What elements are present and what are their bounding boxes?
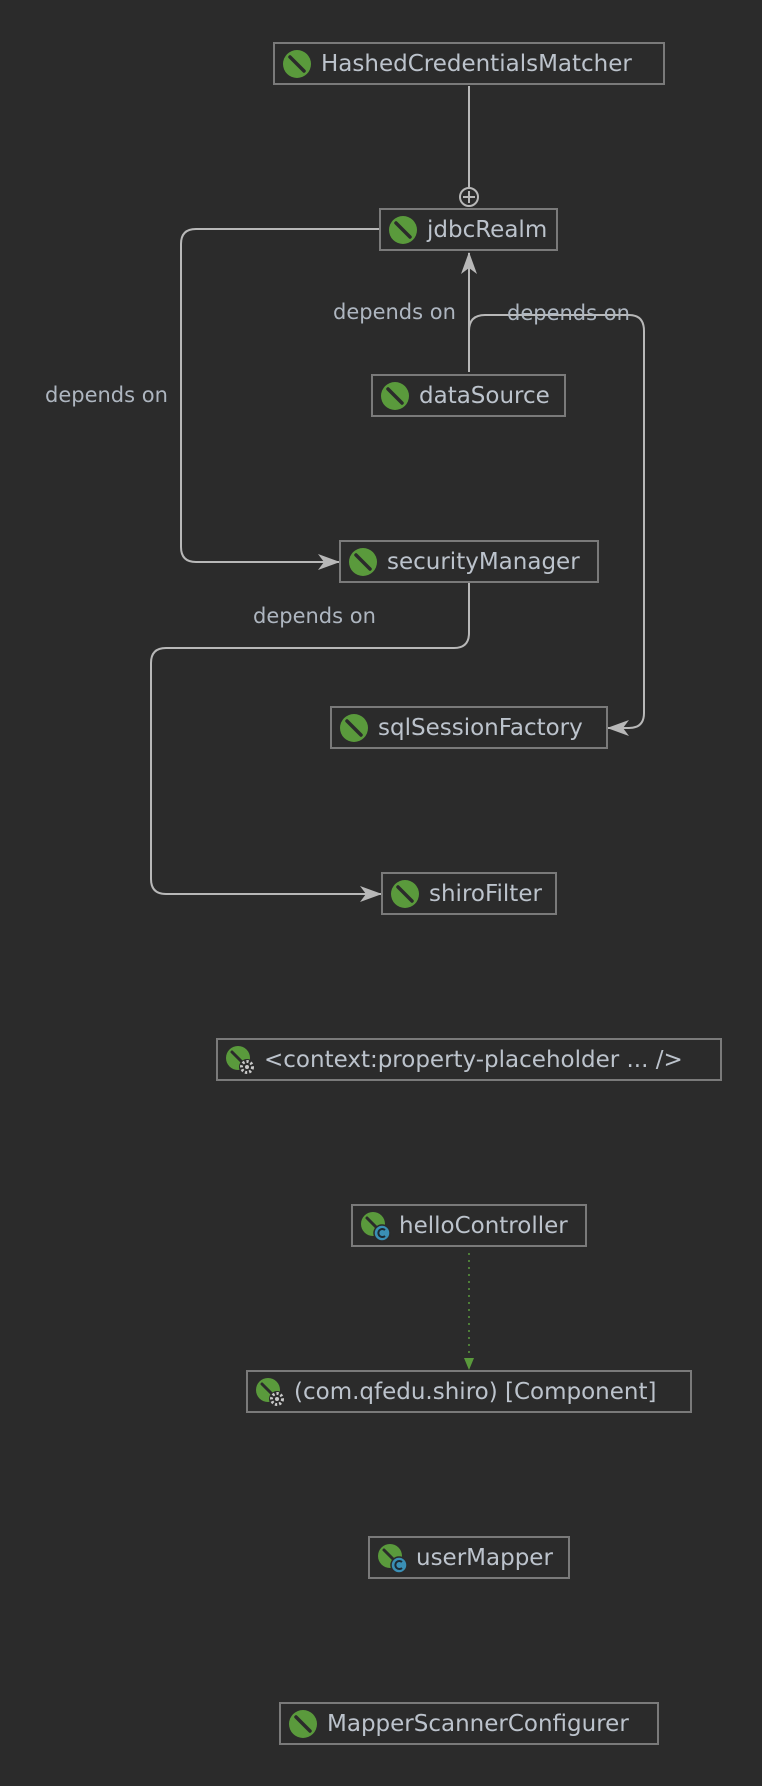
config-node-component-scan[interactable]: (com.qfedu.shiro) [Component]: [246, 1370, 692, 1413]
spring-bean-icon: [389, 878, 421, 910]
bean-node-shirofilter[interactable]: shiroFilter: [381, 872, 557, 915]
node-label: HashedCredentialsMatcher: [321, 50, 632, 77]
node-label: shiroFilter: [429, 880, 542, 907]
node-label: userMapper: [416, 1544, 553, 1571]
node-label: dataSource: [419, 382, 550, 409]
bean-node-hashedcredentialsmatcher[interactable]: HashedCredentialsMatcher: [273, 42, 665, 85]
bean-node-securitymanager[interactable]: securityManager: [339, 540, 599, 583]
edge-label-datasource-jdbcrealm: depends on: [333, 300, 456, 324]
config-node-property-placeholder[interactable]: <context:property-placeholder ... />: [216, 1038, 722, 1081]
bean-node-sqlsessionfactory[interactable]: sqlSessionFactory: [330, 706, 608, 749]
spring-bean-icon: [281, 48, 313, 80]
edge-label-jdbcrealm-securitymanager: depends on: [45, 383, 168, 407]
spring-config-gear-icon: [224, 1044, 256, 1076]
node-label: jdbcRealm: [427, 216, 548, 243]
edge-label-datasource-sqlsessionfactory: depends on: [507, 301, 630, 325]
spring-bean-icon: [338, 712, 370, 744]
node-label: securityManager: [387, 548, 580, 575]
node-label: sqlSessionFactory: [378, 714, 583, 741]
bean-node-usermapper[interactable]: userMapper: [368, 1536, 570, 1579]
spring-bean-icon: [287, 1708, 319, 1740]
edge-jdbcrealm-to-securitymanager: [180, 228, 379, 570]
node-label: helloController: [399, 1212, 568, 1239]
bean-node-mapperscannerconfigurer[interactable]: MapperScannerConfigurer: [279, 1702, 659, 1745]
spring-bean-icon: [387, 214, 419, 246]
bean-node-jdbcrealm[interactable]: jdbcRealm: [379, 208, 558, 251]
spring-bean-icon: [379, 380, 411, 412]
spring-class-bean-icon: [359, 1210, 391, 1242]
node-label: MapperScannerConfigurer: [327, 1710, 629, 1737]
edge-hashed-to-jdbcrealm: [459, 86, 479, 207]
bean-node-hellocontroller[interactable]: helloController: [351, 1204, 587, 1247]
node-label: (com.qfedu.shiro) [Component]: [294, 1378, 657, 1405]
spring-bean-icon: [347, 546, 379, 578]
spring-config-gear-icon: [254, 1376, 286, 1408]
spring-class-bean-icon: [376, 1542, 408, 1574]
edge-label-securitymanager-shirofilter: depends on: [253, 604, 376, 628]
bean-node-datasource[interactable]: dataSource: [371, 374, 566, 417]
node-label: <context:property-placeholder ... />: [264, 1046, 683, 1073]
